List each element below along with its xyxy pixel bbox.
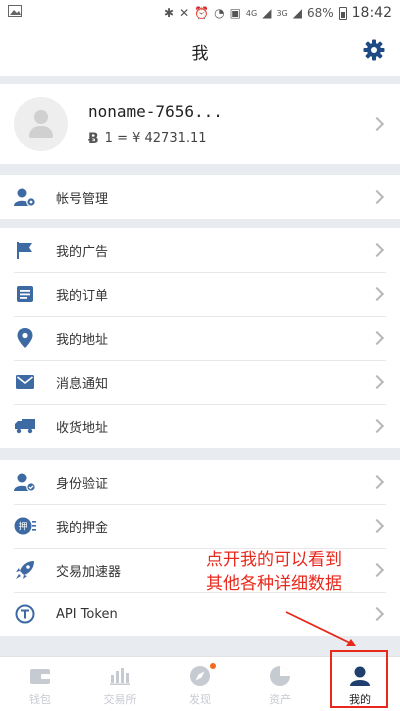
compass-icon xyxy=(188,665,212,687)
menu-item-account-manage[interactable]: 帐号管理 xyxy=(0,175,400,219)
chevron-right-icon xyxy=(369,286,385,302)
account-manage-icon xyxy=(14,186,36,208)
menu-item-api-token[interactable]: API Token xyxy=(0,592,400,636)
menu-group-main: 我的广告 我的订单 我的地址 消息通知 收货地址 xyxy=(0,228,400,448)
api-token-icon xyxy=(14,603,36,625)
profile-card[interactable]: noname-7656... Ƀ 1 = ¥ 42731.11 xyxy=(0,84,400,164)
battery-icon xyxy=(338,6,347,20)
notification-dot xyxy=(210,663,216,669)
chevron-right-icon xyxy=(369,474,385,490)
chevron-right-icon xyxy=(369,606,385,622)
annotation-text: 点开我的可以看到 其他各种详细数据 xyxy=(206,548,342,596)
exchange-chart-icon xyxy=(108,665,132,687)
tab-label: 资产 xyxy=(269,693,291,706)
svg-text:押: 押 xyxy=(18,521,27,533)
menu-item-label: 身份验证 xyxy=(56,476,109,492)
bluetooth-icon: ✱ xyxy=(164,6,175,20)
menu-item-label: API Token xyxy=(56,606,118,622)
menu-item-notifications[interactable]: 消息通知 xyxy=(0,360,400,404)
tab-discover[interactable]: 发现 xyxy=(160,657,240,711)
annotation-highlight-box xyxy=(330,650,388,708)
menu-group-account: 帐号管理 xyxy=(0,175,400,219)
tab-exchange[interactable]: 交易所 xyxy=(80,657,160,711)
network-4g-label: 4G xyxy=(245,8,258,18)
menu-item-label: 交易加速器 xyxy=(56,564,122,580)
header: 我 xyxy=(0,26,400,76)
tab-label: 交易所 xyxy=(103,693,137,706)
deposit-icon: 押 xyxy=(14,515,36,537)
network-3g-label: 3G xyxy=(276,8,288,18)
avatar xyxy=(14,97,68,151)
profile-name: noname-7656... xyxy=(88,101,223,121)
settings-gear-icon[interactable] xyxy=(362,38,386,62)
mail-icon xyxy=(14,371,36,393)
chevron-right-icon xyxy=(369,242,385,258)
page-title: 我 xyxy=(191,43,209,64)
signal-icon: ◢ xyxy=(262,6,272,20)
menu-item-my-orders[interactable]: 我的订单 xyxy=(0,272,400,316)
wifi-icon: ◔ xyxy=(214,6,225,20)
chevron-right-icon xyxy=(369,374,385,390)
annotation-line: 其他各种详细数据 xyxy=(206,574,342,594)
identity-verify-icon xyxy=(14,471,36,493)
mute-icon: ✕ xyxy=(179,6,190,20)
image-notification-icon xyxy=(8,5,28,21)
alarm-icon: ⏰ xyxy=(194,6,210,20)
annotation-line: 点开我的可以看到 xyxy=(206,550,342,570)
wallet-icon xyxy=(28,665,52,687)
chevron-right-icon xyxy=(369,330,385,346)
chevron-right-icon xyxy=(369,116,385,132)
tab-assets[interactable]: 资产 xyxy=(240,657,320,711)
menu-item-deposit[interactable]: 押 我的押金 xyxy=(0,504,400,548)
menu-item-label: 我的押金 xyxy=(56,520,109,536)
pie-chart-icon xyxy=(268,665,292,687)
tab-label: 钱包 xyxy=(29,693,51,706)
bitcoin-icon: Ƀ xyxy=(88,130,99,147)
chevron-right-icon xyxy=(369,562,385,578)
signal-icon: ◢ xyxy=(292,6,302,20)
menu-item-label: 帐号管理 xyxy=(56,191,109,207)
menu-item-my-address[interactable]: 我的地址 xyxy=(0,316,400,360)
menu-item-label: 消息通知 xyxy=(56,376,109,392)
flag-icon xyxy=(14,239,36,261)
menu-item-my-ads[interactable]: 我的广告 xyxy=(0,228,400,272)
chevron-right-icon xyxy=(369,418,385,434)
sim-icon: ▣ xyxy=(229,6,241,20)
order-list-icon xyxy=(14,283,36,305)
status-bar: ✱ ✕ ⏰ ◔ ▣ 4G ◢ 3G ◢ 68% 18:42 xyxy=(0,0,400,26)
menu-item-label: 我的广告 xyxy=(56,244,109,260)
menu-item-identity-verify[interactable]: 身份验证 xyxy=(0,460,400,504)
location-pin-icon xyxy=(14,327,36,349)
btc-rate: Ƀ 1 = ¥ 42731.11 xyxy=(88,131,223,147)
truck-icon xyxy=(14,415,36,437)
menu-item-label: 我的地址 xyxy=(56,332,109,348)
clock: 18:42 xyxy=(351,5,392,21)
menu-item-shipping-address[interactable]: 收货地址 xyxy=(0,404,400,448)
tab-label: 发现 xyxy=(189,693,211,706)
rocket-icon xyxy=(14,559,36,581)
btc-rate-value: 1 = ¥ 42731.11 xyxy=(104,131,207,146)
menu-item-label: 收货地址 xyxy=(56,420,109,436)
chevron-right-icon xyxy=(369,189,385,205)
menu-item-label: 我的订单 xyxy=(56,288,109,304)
battery-percent: 68% xyxy=(306,6,334,20)
tab-wallet[interactable]: 钱包 xyxy=(0,657,80,711)
chevron-right-icon xyxy=(369,518,385,534)
